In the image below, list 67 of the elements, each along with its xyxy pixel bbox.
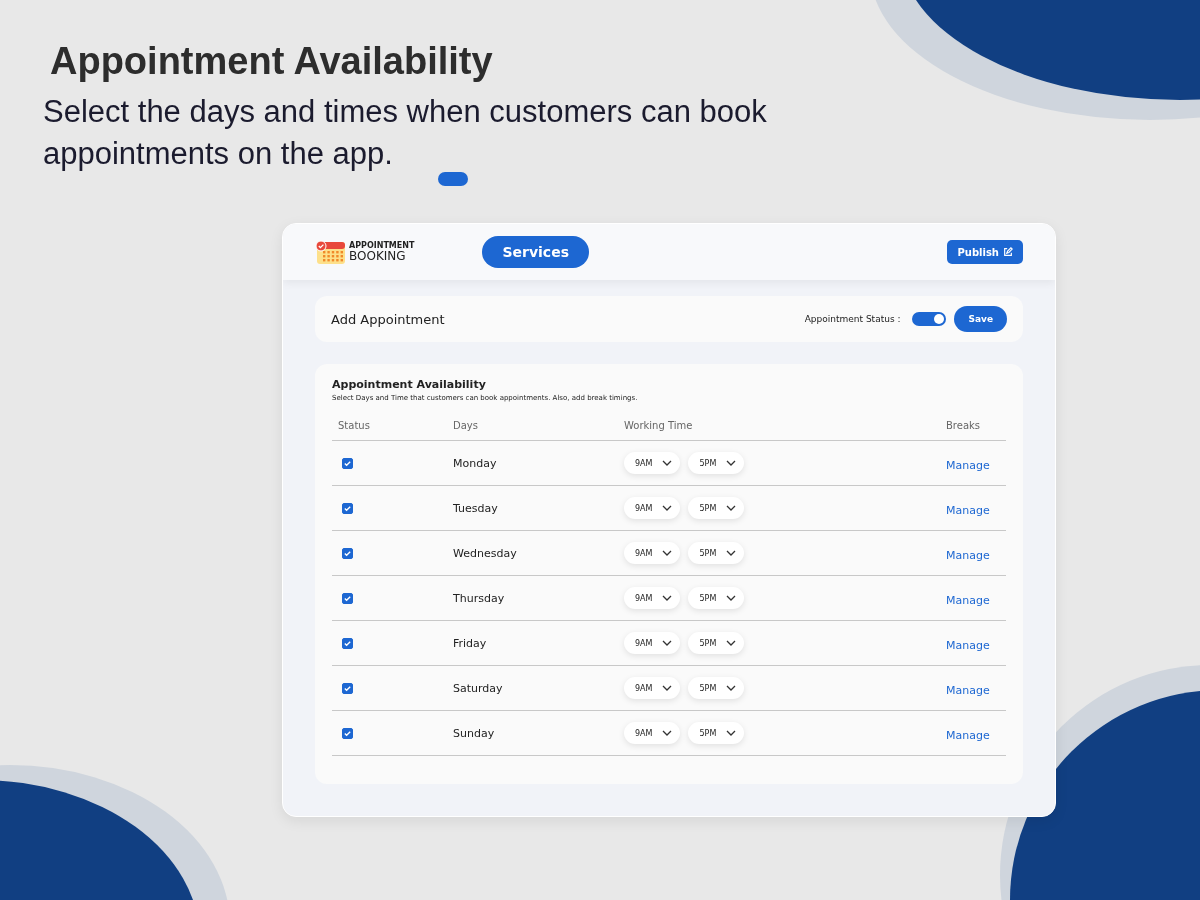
start-time-dropdown[interactable]: 9AM [624, 722, 681, 744]
chevron-down-icon [662, 460, 673, 466]
card-title: Add Appointment [331, 311, 445, 327]
chevron-down-icon [726, 640, 737, 646]
end-time-dropdown[interactable]: 5PM [688, 497, 745, 519]
manage-link[interactable]: Manage [946, 548, 990, 562]
start-time-dropdown[interactable]: 9AM [624, 632, 681, 654]
chevron-down-icon [662, 505, 673, 511]
logo-text: BOOKING [349, 250, 407, 262]
chevron-down-icon [726, 730, 737, 736]
status-label: Appointment Status : [804, 314, 901, 324]
end-time-dropdown[interactable]: 5PM [688, 722, 745, 744]
day-checkbox[interactable] [342, 457, 353, 469]
day-checkbox[interactable] [342, 682, 353, 694]
publish-button[interactable]: Publish [947, 240, 1023, 264]
chevron-down-icon [726, 550, 737, 556]
end-time-dropdown[interactable]: 5PM [688, 542, 745, 564]
day-checkbox[interactable] [342, 727, 353, 739]
column-header: Breaks [946, 419, 982, 431]
day-checkbox[interactable] [342, 592, 353, 604]
day-name: Monday [453, 456, 498, 470]
end-time-dropdown[interactable]: 5PM [688, 452, 745, 474]
start-time-dropdown[interactable]: 9AM [624, 542, 681, 564]
edit-icon [1003, 247, 1013, 257]
column-header: Working Time [624, 419, 694, 431]
column-header: Days [453, 419, 479, 431]
calendar-logo-icon [315, 238, 347, 266]
manage-link[interactable]: Manage [946, 638, 990, 652]
page-headline: Appointment Availability [50, 40, 494, 83]
card-title: Appointment Availability [332, 378, 487, 391]
day-name: Wednesday [453, 546, 518, 560]
day-name: Sunday [453, 726, 496, 740]
day-checkbox[interactable] [342, 637, 353, 649]
manage-link[interactable]: Manage [946, 458, 990, 472]
chevron-down-icon [662, 685, 673, 691]
column-header: Status [337, 419, 371, 431]
chevron-down-icon [662, 730, 673, 736]
services-button[interactable]: Services [482, 236, 589, 268]
chevron-down-icon [726, 505, 737, 511]
status-toggle[interactable] [912, 312, 947, 326]
chevron-down-icon [726, 595, 737, 601]
chevron-down-icon [726, 685, 737, 691]
start-time-dropdown[interactable]: 9AM [624, 587, 681, 609]
end-time-dropdown[interactable]: 5PM [688, 632, 745, 654]
start-time-dropdown[interactable]: 9AM [624, 677, 681, 699]
chevron-down-icon [662, 640, 673, 646]
day-checkbox[interactable] [342, 502, 353, 514]
chevron-down-icon [726, 460, 737, 466]
chevron-down-icon [662, 550, 673, 556]
save-button[interactable]: Save [954, 306, 1007, 332]
end-time-dropdown[interactable]: 5PM [688, 587, 745, 609]
day-name: Thursday [453, 591, 506, 605]
manage-link[interactable]: Manage [946, 683, 990, 697]
day-checkbox[interactable] [342, 547, 353, 559]
day-name: Saturday [453, 681, 504, 695]
day-name: Friday [453, 636, 488, 650]
pill-decoration [438, 172, 468, 186]
manage-link[interactable]: Manage [946, 503, 990, 517]
end-time-dropdown[interactable]: 5PM [688, 677, 745, 699]
start-time-dropdown[interactable]: 9AM [624, 497, 681, 519]
manage-link[interactable]: Manage [946, 593, 990, 607]
logo-text: APPOINTMENT [349, 242, 415, 250]
page-subtitle: Select the days and times when customers can book appointments on the app. [43, 93, 768, 173]
day-name: Tuesday [453, 501, 499, 515]
manage-link[interactable]: Manage [946, 728, 990, 742]
chevron-down-icon [662, 595, 673, 601]
start-time-dropdown[interactable]: 9AM [624, 452, 681, 474]
